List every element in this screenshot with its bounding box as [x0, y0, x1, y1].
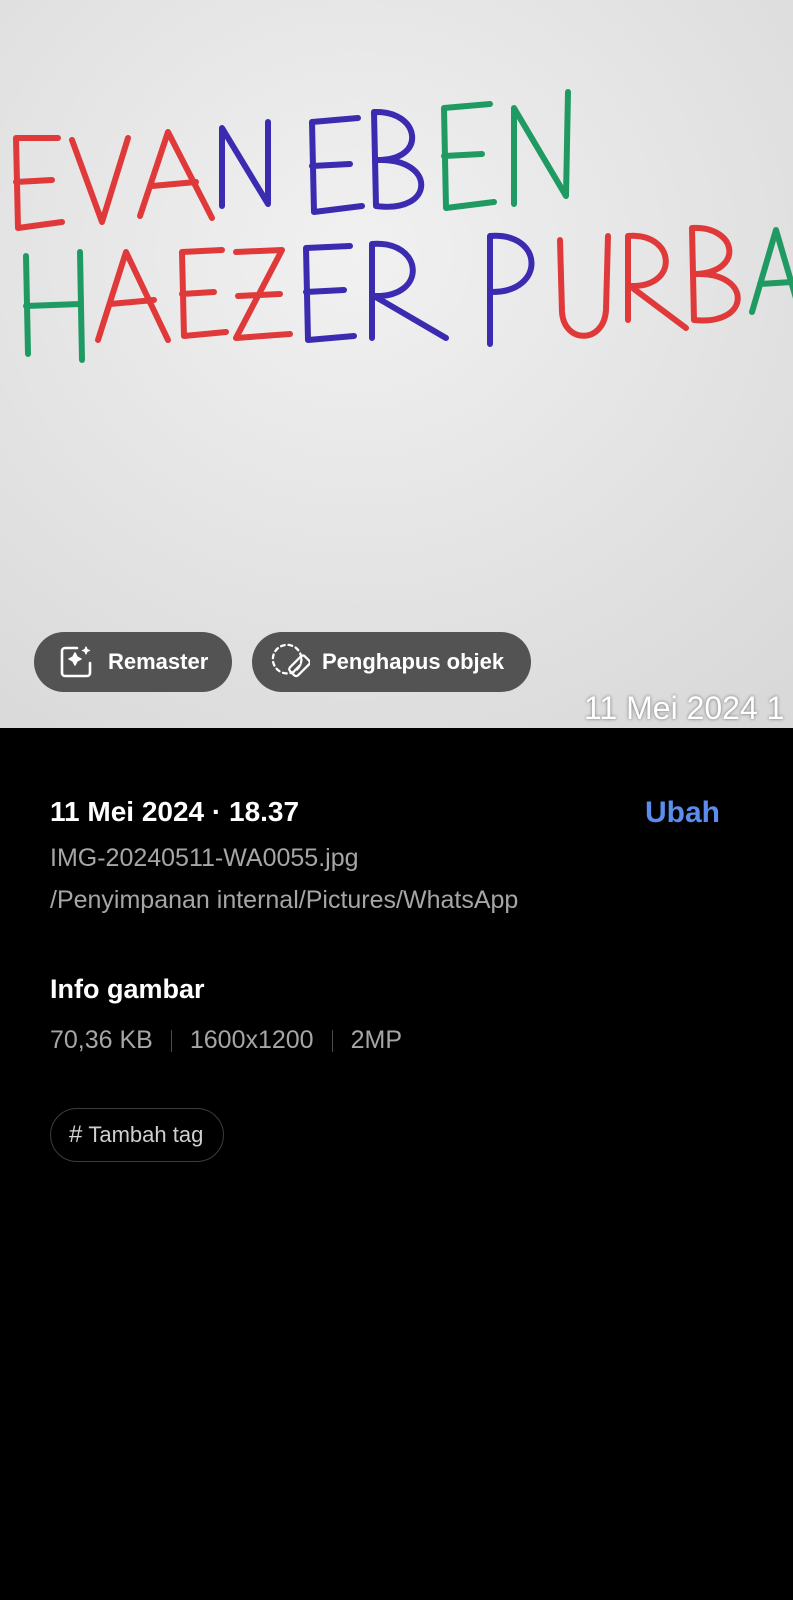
megapixels: 2MP	[350, 1026, 402, 1054]
timestamp-overlay: 11 Mei 2024 1	[584, 690, 785, 726]
object-eraser-button[interactable]: Penghapus objek	[252, 632, 531, 692]
edit-button[interactable]: Ubah	[645, 796, 720, 830]
remaster-button[interactable]: Remaster	[34, 632, 232, 692]
file-size: 70,36 KB	[50, 1026, 153, 1054]
object-eraser-label: Penghapus objek	[322, 649, 505, 674]
file-name: IMG-20240511-WA0055.jpg	[50, 844, 359, 872]
divider	[170, 1029, 172, 1052]
handwritten-text-image	[0, 0, 793, 728]
date-time: 11 Mei 2024 · 18.37	[50, 796, 300, 827]
image-info-title: Info gambar	[50, 974, 205, 1004]
remaster-label: Remaster	[108, 649, 209, 674]
add-tag-button[interactable]: # Tambah tag	[50, 1108, 225, 1162]
divider	[331, 1029, 333, 1052]
details-panel: 11 Mei 2024 · 18.37 Ubah IMG-20240511-WA…	[0, 728, 793, 1600]
resolution: 1600x1200	[189, 1026, 314, 1054]
image-info-row: 70,36 KB 1600x1200 2MP	[50, 1026, 402, 1055]
hashtag-icon: #	[69, 1121, 83, 1148]
photo-preview[interactable]: Remaster Penghapus objek 11 Mei 2024 1	[0, 0, 793, 728]
file-path: /Penyimpanan internal/Pictures/WhatsApp	[50, 886, 519, 914]
eraser-icon	[270, 642, 310, 682]
sparkle-edit-icon	[56, 642, 96, 682]
add-tag-label: Tambah tag	[88, 1122, 204, 1147]
